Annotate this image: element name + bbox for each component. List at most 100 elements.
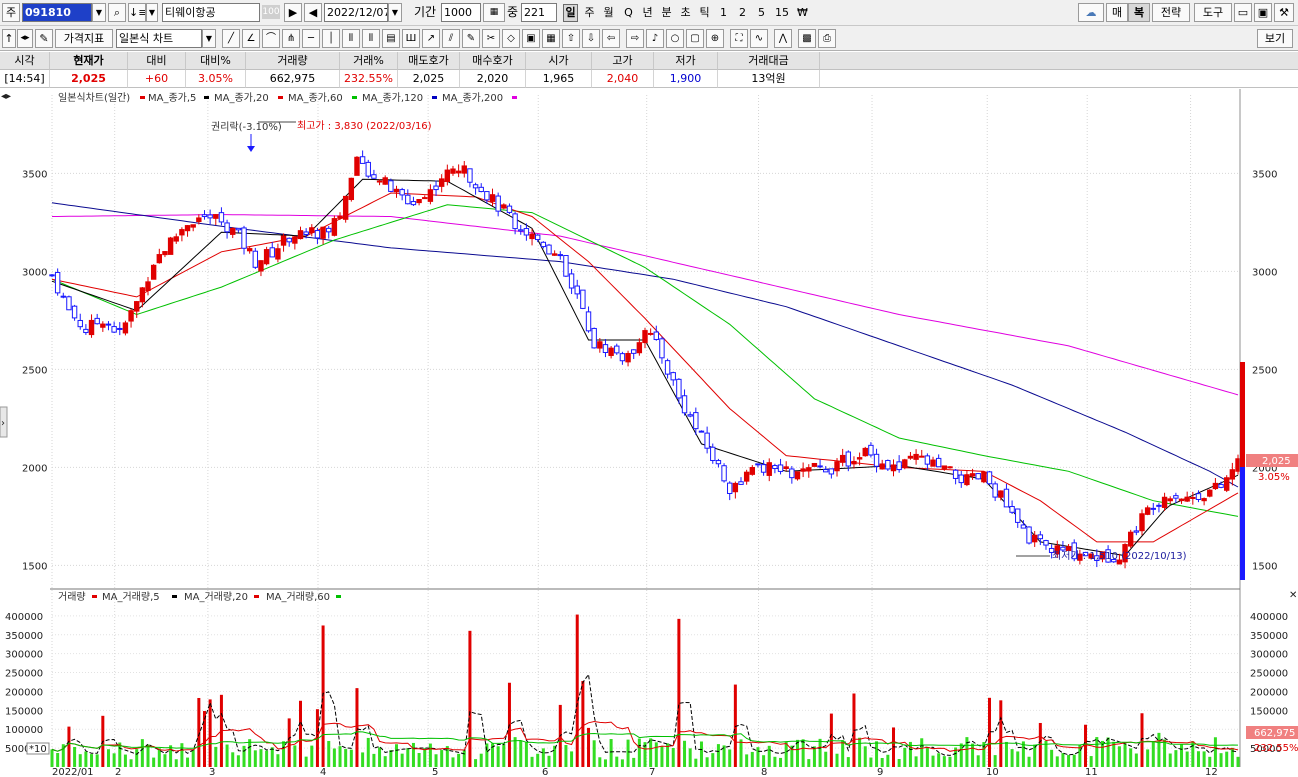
compound-button[interactable]: 복: [1128, 3, 1150, 22]
draw-tool-icon[interactable]: ⦀: [342, 29, 360, 48]
draw-tool-icon[interactable]: ⇨: [626, 29, 644, 48]
price-indicator-button[interactable]: 가격지표: [55, 29, 113, 48]
draw-tool-icon[interactable]: ∠: [242, 29, 260, 48]
draw-tool-icon[interactable]: ⋀: [774, 29, 792, 48]
date-input[interactable]: 2022/12/07: [324, 3, 388, 22]
draw-tool-icon[interactable]: ↗: [422, 29, 440, 48]
count-input[interactable]: 221: [521, 3, 557, 22]
period-year[interactable]: 년: [640, 4, 655, 22]
folder-icon[interactable]: ▭: [1234, 3, 1252, 22]
draw-tool-icon[interactable]: ▤: [382, 29, 400, 48]
volume-bar: [56, 752, 60, 767]
period-tick[interactable]: 틱: [697, 4, 712, 22]
volume-bar: [163, 754, 167, 767]
volume-bar: [225, 744, 229, 767]
draw-tool-icon[interactable]: ⫽: [442, 29, 460, 48]
stock-code-input[interactable]: 091810: [22, 3, 92, 22]
draw-tool-icon[interactable]: ⊕: [706, 29, 724, 48]
draw-tool-icon[interactable]: ⇦: [602, 29, 620, 48]
draw-tool-icon[interactable]: ⛶: [730, 29, 748, 48]
draw-tool-icon[interactable]: ▢: [686, 29, 704, 48]
candle-body: [218, 212, 225, 223]
view-button[interactable]: 보기: [1257, 29, 1293, 48]
volume-bar: [1213, 737, 1217, 767]
volume-bar: [1185, 751, 1189, 767]
draw-tool-icon[interactable]: ⇧: [562, 29, 580, 48]
period-2[interactable]: 2: [735, 4, 750, 22]
buy-sell-button[interactable]: 매: [1106, 3, 1128, 22]
cloud-icon[interactable]: ☁: [1078, 3, 1104, 22]
next-icon[interactable]: ▶: [284, 3, 302, 22]
save-icon[interactable]: ▣: [1254, 3, 1272, 22]
draw-tool-icon[interactable]: ▣: [522, 29, 540, 48]
draw-tool-icon[interactable]: ▦: [542, 29, 560, 48]
draw-tool-icon[interactable]: ○: [666, 29, 684, 48]
volume-bar: [378, 747, 382, 767]
candle-body: [71, 305, 78, 319]
chart-type-dropdown-icon[interactable]: ▼: [202, 29, 216, 48]
period-minute[interactable]: 분: [659, 4, 674, 22]
candle-body: [258, 260, 264, 272]
draw-tool-icon[interactable]: ▩: [798, 29, 816, 48]
prev-icon[interactable]: ◀: [304, 3, 322, 22]
period-1[interactable]: 1: [716, 4, 731, 22]
period-5[interactable]: 5: [754, 4, 769, 22]
price-chart[interactable]: 1500 15002000 20002500 25003000 30003500 3500…: [0, 89, 1298, 777]
volume-bar: [965, 737, 969, 767]
draw-tool-icon[interactable]: │: [322, 29, 340, 48]
currency-icon[interactable]: ₩: [795, 4, 810, 22]
candle-body: [687, 414, 693, 417]
draw-tool-icon[interactable]: ⦀: [362, 29, 380, 48]
x-axis-label: 3: [209, 767, 215, 777]
volume-tick-left: 150000: [5, 706, 43, 717]
candle-body: [1161, 496, 1168, 508]
draw-tool-icon[interactable]: ╱: [222, 29, 240, 48]
draw-tool-icon[interactable]: ✎: [462, 29, 480, 48]
search-icon[interactable]: ⌕: [108, 3, 126, 22]
volume-bar: [536, 753, 540, 767]
candle-body: [760, 464, 767, 473]
period-weekly[interactable]: 주: [582, 4, 597, 22]
draw-tool-icon[interactable]: ✂: [482, 29, 500, 48]
draw-tool-icon[interactable]: ⋔: [282, 29, 300, 48]
tools-button[interactable]: 도구: [1194, 3, 1232, 22]
draw-tool-icon[interactable]: ⎙: [818, 29, 836, 48]
period-daily[interactable]: 일: [563, 4, 578, 22]
period-input[interactable]: 1000: [441, 3, 481, 22]
draw-tool-icon[interactable]: ∿: [750, 29, 768, 48]
volume-bar: [462, 750, 466, 767]
sort-dropdown-icon[interactable]: ▼: [146, 3, 158, 22]
wrench-icon[interactable]: ⚒: [1274, 3, 1294, 22]
main-toolbar: 주 091810 ▼ ⌕ ↓≡ ▼ 티웨이항공 100 ▶ ◀ 2022/12/…: [0, 0, 1298, 26]
chart-type-select[interactable]: 일본식 차트: [116, 29, 202, 48]
volume-bar: [807, 759, 811, 767]
edit-icon[interactable]: ✎: [35, 29, 53, 48]
calendar-icon[interactable]: ▦: [483, 3, 505, 22]
draw-tool-icon[interactable]: Ш: [402, 29, 420, 48]
sort-icon[interactable]: ↓≡: [128, 3, 146, 22]
period-15[interactable]: 15: [773, 4, 791, 22]
draw-tool-icon[interactable]: ♪: [646, 29, 664, 48]
candle-body: [518, 229, 524, 232]
period-second[interactable]: 초: [678, 4, 693, 22]
market-type-button[interactable]: 주: [2, 3, 20, 22]
period-quarter[interactable]: Q: [621, 4, 636, 22]
draw-tool-icon[interactable]: ⌒: [262, 29, 280, 48]
stock-name-input[interactable]: 티웨이항공: [162, 3, 260, 22]
date-dropdown-icon[interactable]: ▼: [388, 3, 402, 22]
code-dropdown-icon[interactable]: ▼: [92, 3, 106, 22]
draw-tool-icon[interactable]: ⇩: [582, 29, 600, 48]
candle-body: [1224, 477, 1230, 491]
up-arrow-icon[interactable]: ↑: [2, 29, 16, 48]
legend-swatch: [512, 96, 517, 99]
draw-tool-icon[interactable]: ◇: [502, 29, 520, 48]
candle-body: [896, 461, 902, 471]
strategy-button[interactable]: 전략: [1152, 3, 1190, 22]
candle-body: [145, 281, 151, 292]
period-monthly[interactable]: 월: [601, 4, 616, 22]
candle-body: [139, 287, 146, 303]
split-icon[interactable]: ◂▸: [17, 29, 33, 48]
volume-bar: [496, 746, 500, 767]
candle-body: [49, 274, 55, 277]
draw-tool-icon[interactable]: ─: [302, 29, 320, 48]
